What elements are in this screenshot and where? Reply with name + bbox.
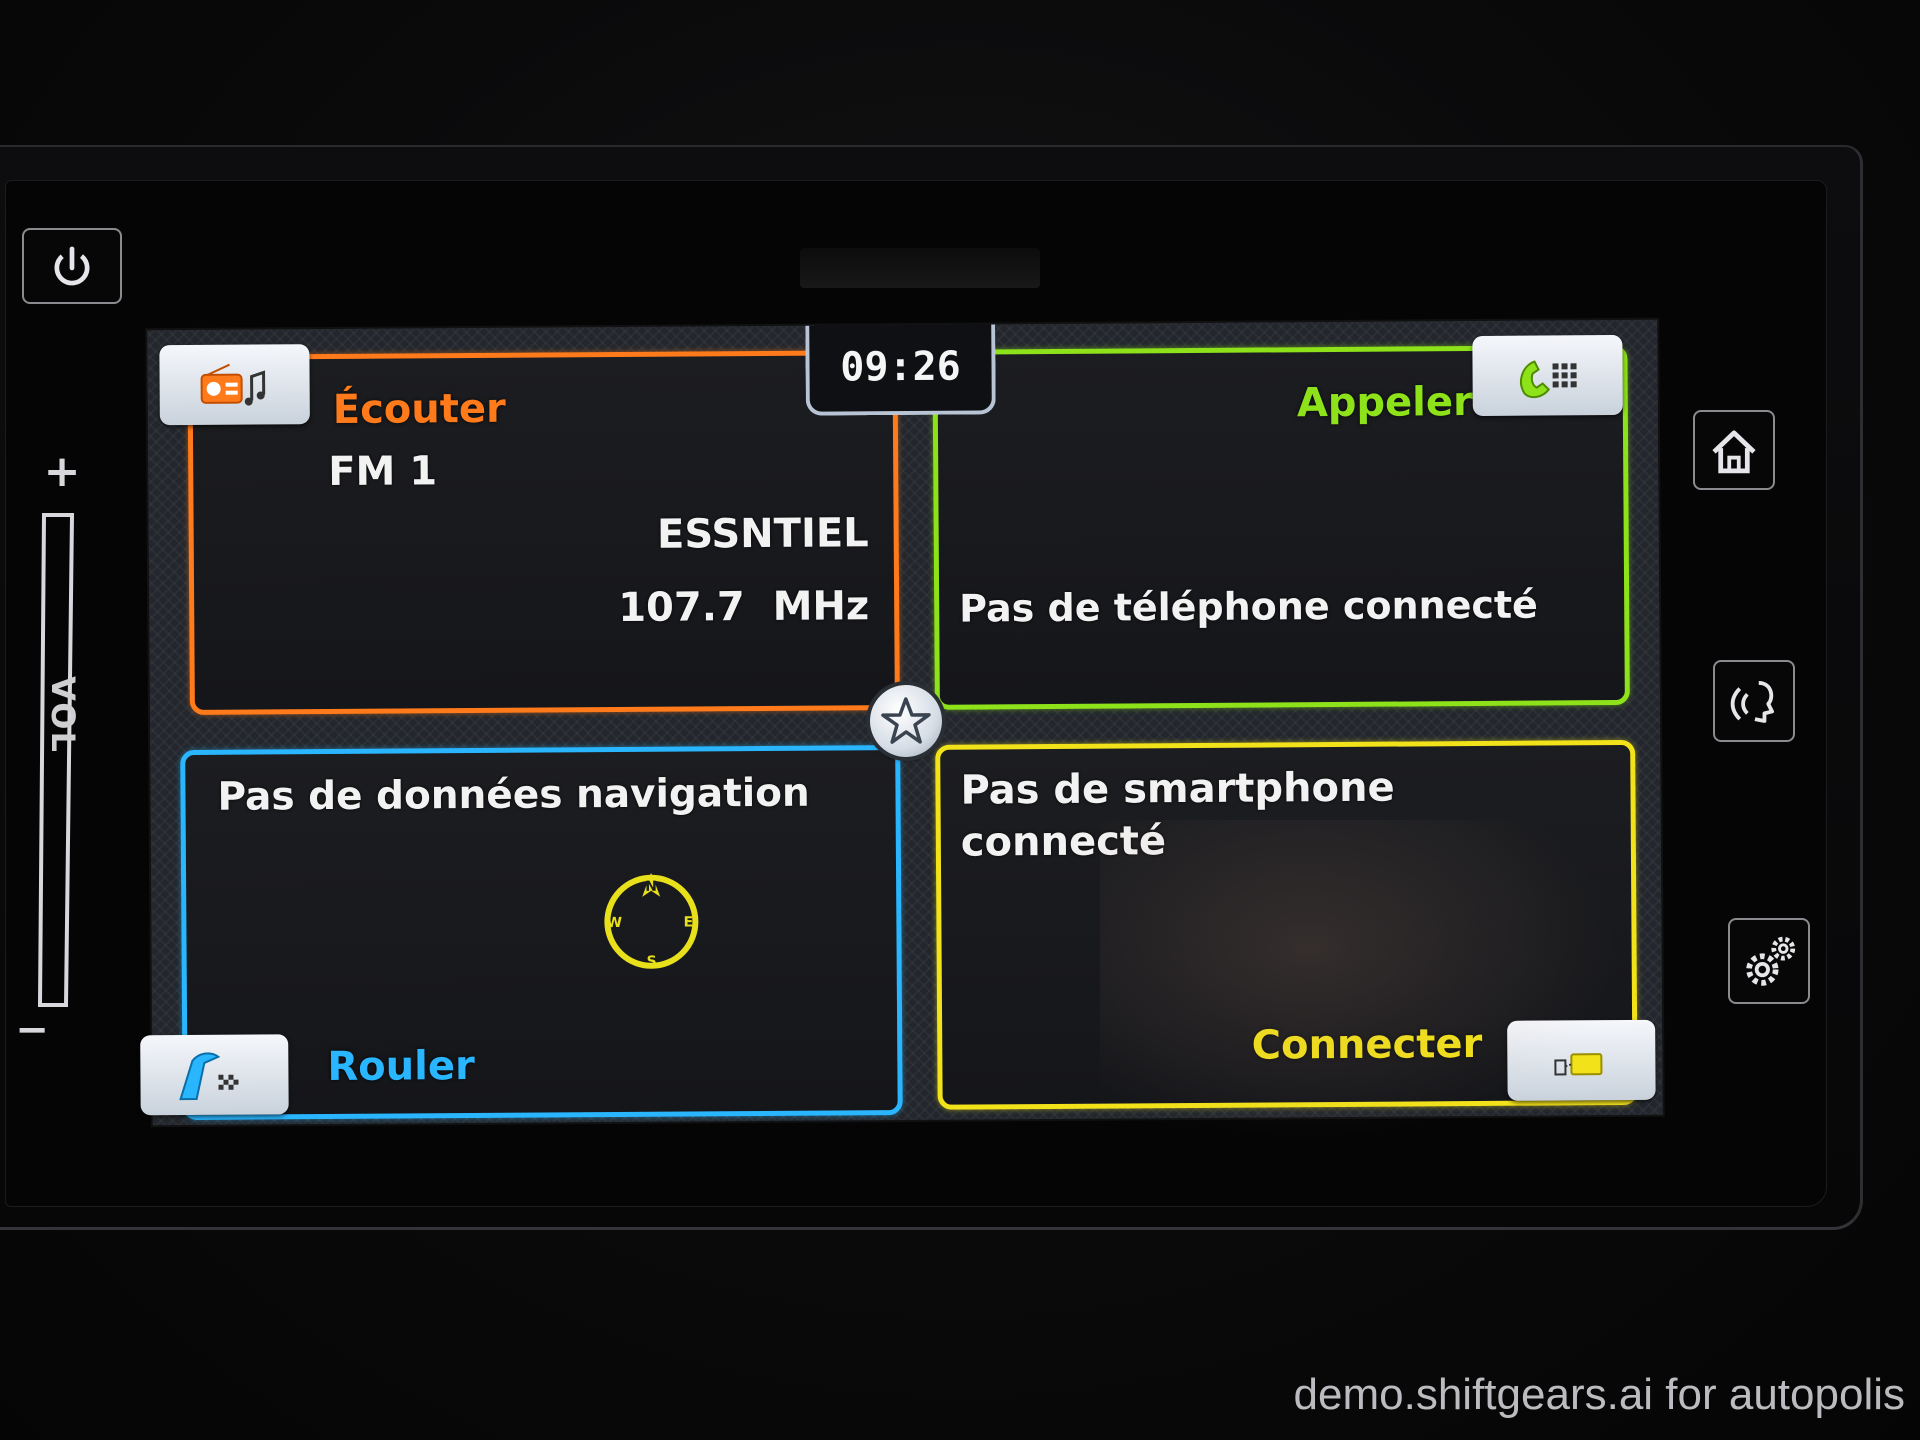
drive-title: Rouler (327, 1043, 475, 1091)
connect-tab[interactable] (1507, 1019, 1656, 1101)
drive-tab[interactable] (140, 1034, 289, 1116)
smartphone-status-line1: Pas de smartphone (960, 764, 1395, 814)
listen-tab[interactable] (159, 344, 310, 426)
road-flag-icon (179, 1052, 239, 1101)
home-screen: Écouter FM 1 ESSNTIEL 107.7 MHz Appeler … (140, 319, 1663, 1126)
volume-up-button[interactable]: + (40, 450, 84, 494)
gear-icon (1746, 936, 1796, 986)
power-icon (54, 246, 90, 286)
compass-south: S (647, 954, 657, 970)
listen-title: Écouter (332, 385, 506, 433)
call-tab[interactable] (1472, 334, 1623, 417)
connect-title: Connecter (1251, 1020, 1483, 1069)
volume-down-button[interactable]: − (12, 1010, 52, 1050)
favorites-button[interactable] (869, 684, 943, 758)
call-title: Appeler (1296, 379, 1473, 427)
compass-west: W (607, 915, 623, 931)
compass-east: E (684, 914, 694, 930)
phone-keypad-icon (1520, 360, 1577, 399)
compass-icon: N E S W (604, 872, 699, 970)
radio-band: FM 1 (328, 448, 438, 496)
drive-panel[interactable]: Pas de données navigation N E S W Rouler (180, 745, 903, 1121)
call-status: Pas de téléphone connecté (959, 582, 1539, 631)
radio-station: ESSNTIEL (656, 510, 869, 558)
volume-slider[interactable] (22, 510, 82, 1010)
watermark: demo.shiftgears.ai for autopolis (1293, 1370, 1905, 1419)
star-icon (881, 697, 931, 744)
radio-frequency: 107.7 MHz (618, 583, 870, 631)
card-slot (800, 248, 1040, 288)
radio-music-icon (200, 363, 266, 406)
navigation-status: Pas de données navigation (217, 770, 810, 820)
home-icon (1712, 430, 1756, 474)
volume-label: VOL (44, 676, 82, 754)
voice-command-icon (1730, 681, 1774, 723)
home-button[interactable] (1693, 410, 1775, 490)
smartphone-status-line2: connecté (960, 818, 1167, 866)
power-button[interactable] (22, 228, 122, 304)
clock: 09:26 (805, 324, 996, 416)
device-link-icon (1554, 1053, 1603, 1076)
settings-button[interactable] (1728, 918, 1810, 1004)
compass-north: N (645, 879, 657, 895)
voice-command-button[interactable] (1713, 660, 1795, 742)
